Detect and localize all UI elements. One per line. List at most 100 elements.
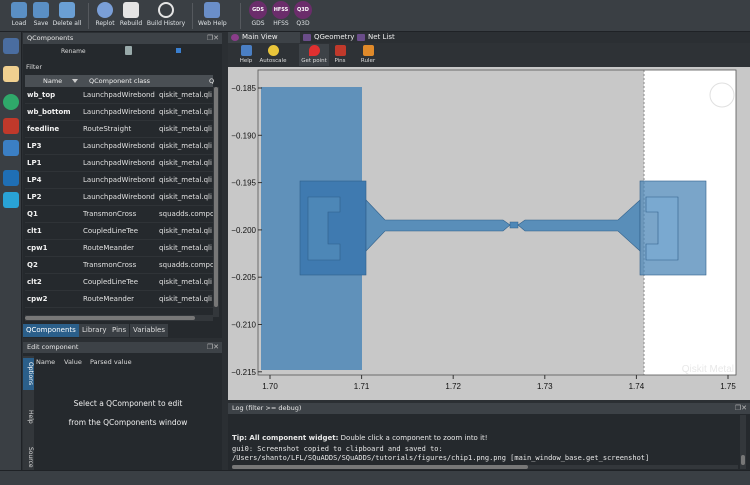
side-tab-source[interactable]: Source — [23, 444, 34, 470]
table-row[interactable]: LP1 LaunchpadWirebond qiskit_metal.qli — [25, 155, 213, 172]
terminal-icon[interactable] — [3, 140, 19, 156]
tab-qgeometry[interactable]: QGeometry — [300, 32, 360, 43]
panel-float-close-icon[interactable]: ❐✕ — [735, 403, 747, 414]
web-help-button[interactable]: Web Help — [198, 1, 227, 31]
thumbs-up-icon[interactable] — [3, 66, 19, 82]
pins-icon — [334, 45, 346, 56]
x-tick-label: 1.71 — [354, 382, 370, 391]
ruler-icon — [362, 45, 374, 56]
table-scrollbar[interactable] — [213, 87, 219, 317]
delete-all-button[interactable]: Delete all — [52, 1, 82, 31]
tab-qcomponents[interactable]: QComponents — [23, 324, 79, 337]
function-icon[interactable] — [3, 94, 19, 110]
build-history-button[interactable]: Build History — [146, 1, 186, 31]
gds-button[interactable]: GDS GDS — [247, 1, 269, 31]
pins-button[interactable]: Pins — [332, 45, 348, 64]
y-tick-label: −0.200 — [231, 226, 256, 235]
plugin-icon[interactable] — [3, 118, 19, 134]
main-view-icon — [231, 34, 239, 41]
cell-module: qiskit_metal.qli — [159, 244, 212, 252]
cell-name: clt2 — [27, 278, 42, 286]
y-tick-label: −0.190 — [231, 131, 256, 140]
x-tick-label: 1.72 — [445, 382, 461, 391]
tab-variables[interactable]: Variables — [130, 324, 168, 337]
inspect-icon[interactable] — [176, 48, 181, 53]
tab-pins[interactable]: Pins — [109, 324, 130, 337]
table-row[interactable]: cpw1 RouteMeander qiskit_metal.qli — [25, 240, 213, 257]
table-row[interactable]: wb_top LaunchpadWirebond qiskit_metal.qli — [25, 87, 213, 104]
panel-float-close-icon[interactable]: ❐✕ — [207, 342, 219, 353]
scrollbar-thumb[interactable] — [214, 87, 218, 307]
log-horizontal-scrollbar[interactable] — [232, 465, 738, 469]
y-tick-label: −0.215 — [231, 368, 256, 377]
side-tab-help[interactable]: Help — [23, 406, 34, 428]
tab-main-view[interactable]: Main View — [228, 32, 300, 43]
help-icon — [240, 45, 252, 56]
cell-module: squadds.compo — [159, 261, 213, 269]
save-button[interactable]: Save — [30, 1, 52, 31]
log-line: gui0: Screenshot copied to clipboard and… — [232, 445, 443, 453]
get-point-button[interactable]: Get point — [299, 44, 329, 66]
cell-class: RouteStraight — [83, 125, 132, 133]
cell-name: wb_top — [27, 91, 56, 99]
tab-net-list[interactable]: Net List — [354, 32, 414, 43]
hfss-button[interactable]: HFSS HFSS — [270, 1, 292, 31]
table-row[interactable]: Q2 TransmonCross squadds.compo — [25, 257, 213, 274]
cell-class: CoupledLineTee — [83, 227, 139, 235]
load-icon — [11, 2, 27, 18]
ruler-button[interactable]: Ruler — [359, 45, 377, 64]
replot-button[interactable]: Replot — [94, 1, 116, 31]
table-row[interactable]: LP2 LaunchpadWirebond qiskit_metal.qli — [25, 189, 213, 206]
table-row[interactable]: LP3 LaunchpadWirebond qiskit_metal.qli — [25, 138, 213, 155]
table-row[interactable]: cpw2 RouteMeander qiskit_metal.qli — [25, 291, 213, 308]
column-name[interactable]: Name — [43, 75, 62, 87]
scrollbar-thumb[interactable] — [232, 465, 528, 469]
qgeometry-icon — [303, 34, 311, 41]
main-view-canvas[interactable]: −0.185 −0.190 −0.195 −0.200 −0.205 −0.210 −0.2… — [228, 67, 750, 400]
log-scrollbar[interactable] — [740, 415, 746, 469]
rebuild-icon — [123, 2, 139, 18]
table-row[interactable]: clt1 CoupledLineTee qiskit_metal.qli — [25, 223, 213, 240]
load-button[interactable]: Load — [8, 1, 30, 31]
table-row[interactable]: clt2 CoupledLineTee qiskit_metal.qli — [25, 274, 213, 291]
cell-module: squadds.compo — [159, 210, 213, 218]
table-row[interactable]: Q1 TransmonCross squadds.compo — [25, 206, 213, 223]
q3d-button[interactable]: Q3D Q3D — [292, 1, 314, 31]
cell-name: LP4 — [27, 176, 42, 184]
column-class[interactable]: QComponent class — [89, 75, 150, 87]
chip-icon[interactable] — [3, 38, 19, 54]
table-row[interactable]: wb_bottom LaunchpadWirebond qiskit_metal.q… — [25, 104, 213, 121]
rename-button[interactable]: Rename — [61, 48, 86, 55]
layout-icon[interactable] — [3, 170, 19, 186]
table-row[interactable]: LP4 LaunchpadWirebond qiskit_metal.qli — [25, 172, 213, 189]
autoscale-button[interactable]: Autoscale — [258, 45, 288, 64]
table-row[interactable]: feedline RouteStraight qiskit_metal.qli — [25, 121, 213, 138]
qcomponents-panel: QComponents ❐✕ Rename Filter Name QCompo… — [23, 33, 222, 338]
cell-module: qiskit_metal.qli — [159, 176, 212, 184]
edit-message-line2: from the QComponents window — [68, 418, 188, 427]
help-button[interactable]: Help — [238, 45, 254, 64]
qcomponents-tabs: QComponents Library Pins Variables — [23, 324, 222, 337]
side-tab-options[interactable]: Options — [23, 358, 34, 390]
x-axis: 1.70 1.71 1.72 1.73 1.74 1.75 — [262, 375, 736, 391]
panel-title: QComponents ❐✕ — [23, 33, 222, 44]
cell-module: qiskit_metal.qli — [159, 142, 212, 150]
column-module[interactable]: Q — [209, 75, 214, 87]
cell-class: TransmonCross — [83, 261, 137, 269]
tab-library[interactable]: Library — [79, 324, 110, 337]
screenshot-icon[interactable] — [3, 192, 19, 208]
cell-class: CoupledLineTee — [83, 278, 139, 286]
panel-float-close-icon[interactable]: ❐✕ — [207, 33, 219, 44]
toolbar-divider — [88, 3, 89, 29]
scrollbar-thumb[interactable] — [741, 455, 745, 465]
horizontal-scrollbar[interactable] — [25, 315, 213, 321]
edit-side-tabs: Options Help Source — [23, 356, 34, 470]
y-tick-label: −0.210 — [231, 321, 256, 330]
trash-icon[interactable] — [125, 46, 132, 55]
cell-class: LaunchpadWirebond — [83, 176, 155, 184]
log-tip-line: Tip: All component widget: Double click … — [232, 434, 488, 442]
watermark-text: Qiskit Metal — [682, 364, 734, 375]
rebuild-button[interactable]: Rebuild — [118, 1, 144, 31]
scrollbar-thumb[interactable] — [25, 316, 195, 320]
layout-plot[interactable]: −0.185 −0.190 −0.195 −0.200 −0.205 −0.210 −0.2… — [228, 67, 750, 400]
